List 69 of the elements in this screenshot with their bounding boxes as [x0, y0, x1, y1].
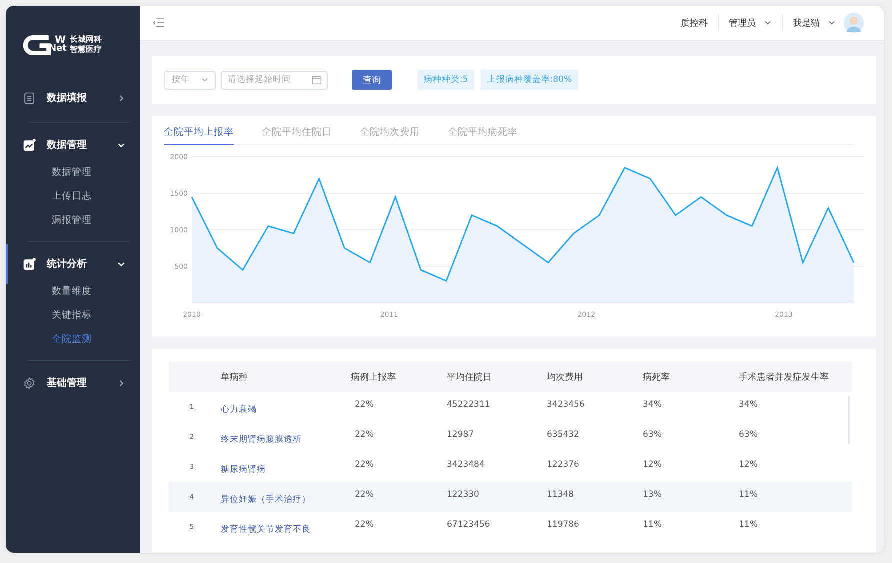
table-cell-text: 63% — [739, 429, 759, 440]
submenu-item[interactable]: 数量维度 — [6, 280, 130, 304]
submenu-item[interactable]: 数据管理 — [6, 161, 130, 185]
table-cell-text: 45222311 — [447, 399, 492, 410]
settings-icon — [23, 376, 36, 390]
table-cell-text: 12% — [643, 459, 663, 470]
disease-link[interactable]: 异位妊娠（手术治疗） — [221, 488, 351, 506]
table-cell-text: 122330 — [447, 489, 480, 500]
calendar-icon — [312, 75, 322, 85]
column-header: 病例上报率 — [351, 372, 397, 384]
stat-tag: 上报病种覆盖率:80% — [481, 70, 578, 90]
submenu-item[interactable]: 上传日志 — [6, 185, 130, 209]
table-cell-text: 11348 — [547, 489, 576, 500]
menu-icon[interactable] — [153, 18, 164, 28]
column-header: 平均住院日 — [447, 372, 493, 384]
table-cell-text: 22% — [354, 399, 375, 410]
table-cell-text: 635432 — [547, 429, 580, 440]
chevron-icon — [117, 378, 126, 388]
table-cell-text: 3423456 — [547, 399, 586, 410]
document-icon — [23, 92, 36, 104]
table-cell-text: 13% — [643, 489, 663, 500]
column-header: 病死率 — [643, 372, 671, 384]
table-cell-text: 63% — [643, 429, 663, 440]
table-cell-text: 22% — [354, 429, 375, 440]
disease-link[interactable]: 心力衰竭 — [221, 398, 351, 416]
submenu-item[interactable]: 关键指标 — [6, 304, 130, 328]
table-cell-text: 12% — [739, 459, 759, 470]
table-cell-text: 22% — [354, 459, 375, 470]
user-dropdown[interactable]: 我是猫 — [793, 16, 820, 30]
stat-tag: 病种种类:5 — [418, 70, 474, 90]
menu-item[interactable]: 基础管理 — [6, 369, 130, 397]
chart-trend-icon — [23, 138, 36, 152]
table-cell-text: 34% — [739, 399, 759, 410]
table-cell-text: 67123456 — [447, 519, 492, 530]
chart-tab[interactable]: 全院平均上报率 — [164, 126, 234, 145]
disease-link[interactable]: 终末期肾病腹膜透析 — [221, 428, 351, 446]
department-link[interactable]: 质控科 — [681, 16, 708, 30]
table-cell-text: 34% — [643, 399, 663, 410]
role-dropdown[interactable]: 管理员 — [729, 16, 756, 30]
table-cell-text: 3423484 — [447, 459, 486, 470]
table-cell-text: 12987 — [447, 429, 476, 440]
table-cell-text: 11% — [739, 519, 759, 530]
table-cell-text: 119786 — [547, 519, 580, 530]
disease-link[interactable]: 糖尿病肾病 — [221, 458, 351, 476]
menu-item[interactable]: 数据填报 — [6, 84, 130, 112]
logo-text: 智慧医疗 — [70, 45, 102, 55]
table-cell-text: 11% — [739, 489, 759, 500]
chevron-icon — [117, 94, 126, 102]
table-cell-text: 22% — [354, 519, 375, 530]
logo-text: W — [55, 36, 66, 45]
avatar-icon[interactable] — [844, 13, 864, 33]
column-header: 手术患者并发症发生率 — [739, 372, 830, 384]
chevron-icon — [764, 19, 772, 27]
date-field[interactable]: 请选择起始时间 — [221, 70, 328, 90]
table-cell-text: 11% — [643, 519, 663, 530]
logo-icon — [23, 34, 51, 56]
logo-text: 长城网科 — [70, 35, 102, 45]
submenu-item[interactable]: 漏报管理 — [6, 209, 130, 233]
menu-item[interactable]: 数据管理 — [6, 131, 130, 159]
column-header: 单病种 — [221, 372, 249, 384]
table-cell-text: 22% — [354, 489, 375, 500]
chevron-icon — [201, 76, 209, 84]
table-cell-text: 122376 — [547, 459, 580, 470]
query-button[interactable]: 查询 — [352, 70, 392, 90]
column-header: 均次费用 — [547, 372, 584, 384]
submenu-item[interactable]: 全院监测 — [6, 328, 130, 352]
bar-chart-icon — [23, 258, 36, 270]
disease-link[interactable]: 发育性髋关节发育不良 — [221, 518, 351, 536]
chevron-icon — [828, 19, 836, 27]
